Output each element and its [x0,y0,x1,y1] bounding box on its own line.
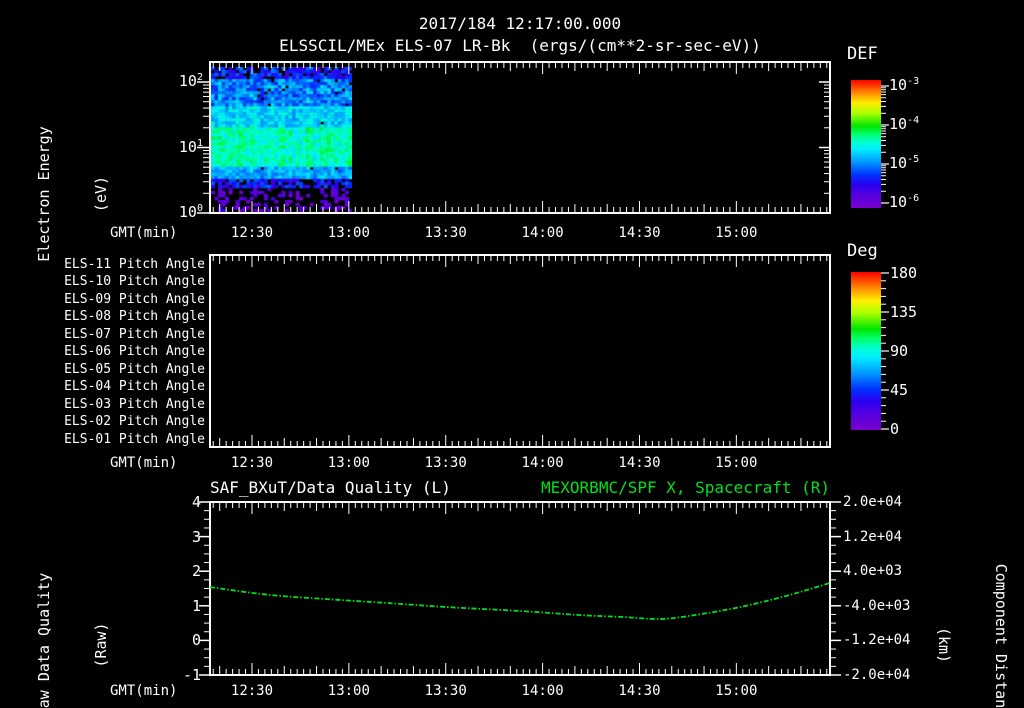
pitch-angle-row-label: ELS-04 Pitch Angle [64,379,205,394]
electron-energy-spectrogram-canvas [211,67,352,212]
pitch-angle-row-label: ELS-07 Pitch Angle [64,326,205,342]
page-title-instrument: ELSSCIL/MEx ELS-07 LR-Bk (ergs/(cm**2-sr… [279,36,761,55]
quality-tick-label: 3 [191,527,201,546]
pitch-angle-row-label: ELS-05 Pitch Angle [64,361,205,377]
page-title-timestamp: 2017/184 12:17:00.000 [418,14,622,33]
time-tick-label: 14:30 [618,455,661,471]
time-tick-label: 13:30 [424,455,467,471]
x-axis-label-gmt: GMT(min) [110,683,178,699]
pitch-angle-row-label: ELS-06 Pitch Angle [64,344,205,359]
time-tick-label: 14:30 [618,683,661,699]
time-tick-label: 12:30 [230,683,274,699]
time-tick-label: 12:30 [230,225,274,241]
time-tick-label: 14:00 [521,455,564,471]
time-tick-label: 14:30 [618,225,661,241]
distance-tick-label: -4.0e+03 [843,597,911,614]
energy-tick-label: 101 [178,137,203,156]
deg-colorbar-label: 90 [890,342,909,360]
time-tick-label: 13:00 [327,225,370,241]
def-colorbar-label: 10-3 [889,76,920,94]
pitch-angle-row-label: ELS-09 Pitch Angle [64,291,205,307]
energy-tick-label: 102 [178,72,203,90]
quality-tick-label: 0 [191,631,201,650]
distance-tick-label: -2.0e+04 [843,667,911,683]
pitch-angle-row-label: ELS-08 Pitch Angle [64,309,205,324]
time-tick-label: 12:30 [230,455,274,471]
def-colorbar [851,80,881,208]
colorbar-title-def: DEF [847,44,878,64]
time-tick-label: 13:30 [424,225,467,241]
deg-colorbar-label: 180 [890,264,918,282]
time-tick-label: 15:00 [715,225,758,241]
y-axis-label-component-distance: Component Distance (km) [935,563,1010,708]
time-tick-label: 13:30 [424,683,467,699]
pitch-angle-row-label: ELS-11 Pitch Angle [64,256,205,272]
x-axis-label-gmt: GMT(min) [110,225,178,241]
def-colorbar-label: 10-6 [889,193,920,211]
plot-window: 2017/184 12:17:00.000 ELSSCIL/MEx ELS-07… [0,0,1024,708]
time-tick-label: 13:00 [327,683,370,699]
spacecraft-x-distance-curve [209,582,831,620]
line-panel-border [209,501,831,676]
time-tick-label: 15:00 [715,455,758,471]
def-colorbar-label: 10-5 [889,154,920,172]
def-colorbar-label: 10-4 [889,115,920,133]
time-tick-label: 13:00 [327,455,370,471]
distance-tick-label: -1.2e+04 [843,632,911,649]
series-title-data-quality: SAF_BXuT/Data Quality (L) [210,478,451,497]
quality-tick-label: 2 [191,562,201,581]
x-axis-label-gmt: GMT(min) [110,455,178,471]
deg-colorbar [851,272,881,430]
quality-tick-label: -1 [182,666,201,684]
pitch-angle-row-label: ELS-03 Pitch Angle [64,396,205,412]
deg-colorbar-label: 135 [890,303,918,321]
time-tick-label: 14:00 [521,225,564,241]
deg-colorbar-label: 45 [890,381,909,399]
energy-tick-label: 100 [178,203,203,221]
distance-tick-label: 2.0e+04 [843,494,903,510]
colorbar-title-deg: Deg [847,241,878,261]
time-tick-label: 15:00 [715,683,758,699]
distance-tick-label: 1.2e+04 [843,528,903,545]
time-tick-label: 14:00 [521,683,564,699]
distance-tick-label: 4.0e+03 [843,563,903,580]
pitch-angle-row-label: ELS-10 Pitch Angle [64,274,205,289]
pitch-angle-row-label: ELS-01 Pitch Angle [64,431,205,447]
deg-colorbar-label: 0 [890,420,900,438]
series-title-spacecraft-x: MEXORBMC/SPF X, Spacecraft (R) [541,478,830,497]
quality-tick-label: 1 [191,596,201,615]
quality-tick-label: 4 [191,493,201,511]
pitch-angle-panel-border [209,254,831,448]
pitch-angle-row-label: ELS-02 Pitch Angle [64,414,205,429]
